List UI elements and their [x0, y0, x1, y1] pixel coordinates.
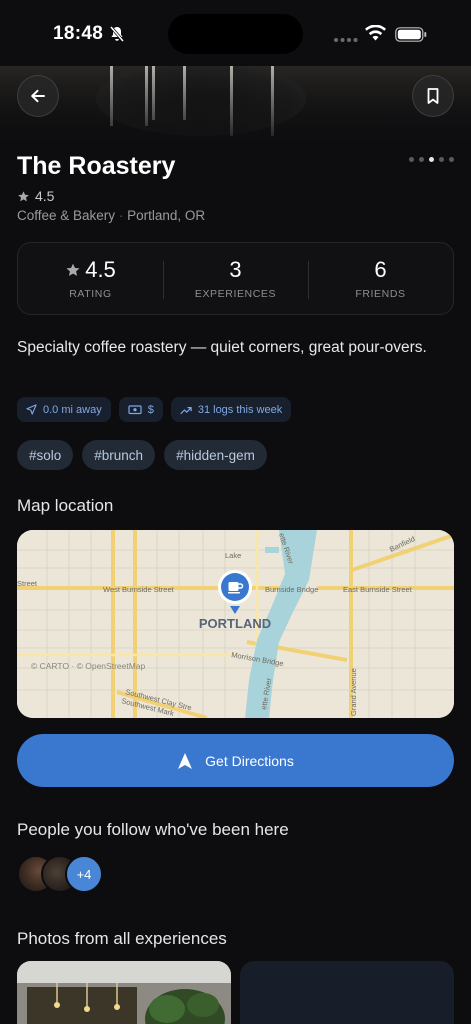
map-label-burnside-bridge: Burnside Bridge	[265, 585, 318, 594]
star-icon	[18, 190, 29, 201]
battery-icon	[395, 27, 427, 42]
pager-dot	[419, 157, 424, 162]
map-label-lake: Lake	[225, 551, 241, 560]
stat-value: 3	[229, 257, 242, 282]
map-view[interactable]: Street West Burnside Street Burnside Bri…	[17, 530, 454, 718]
tag-list: #solo #brunch #hidden-gem	[17, 440, 267, 470]
star-icon	[66, 263, 80, 276]
arrow-left-icon	[31, 89, 45, 103]
place-description: Specialty coffee roastery — quiet corner…	[17, 339, 427, 356]
rating-value: 4.5	[35, 188, 55, 204]
cash-icon	[128, 405, 142, 415]
people-section-title: People you follow who've been here	[17, 820, 289, 839]
map-city-label: PORTLAND	[199, 616, 271, 631]
experience-photo[interactable]	[17, 961, 231, 1024]
cafe-photo-image	[17, 961, 231, 1024]
map-tiles: Street West Burnside Street Burnside Bri…	[17, 530, 454, 718]
place-category: Coffee & Bakery	[17, 208, 116, 223]
stats-card: 4.5 RATING 3 EXPERIENCES 6 FRIENDS	[17, 242, 454, 315]
stat-rating: 4.5 RATING	[18, 257, 163, 300]
wifi-icon	[365, 25, 386, 41]
pager-dot	[409, 157, 414, 162]
place-name: The Roastery	[17, 152, 176, 180]
more-followers-badge[interactable]: +4	[65, 855, 103, 893]
stat-friends[interactable]: 6 FRIENDS	[308, 257, 453, 300]
status-bar: 18:48	[0, 0, 471, 66]
rating-line: 4.5	[17, 188, 54, 204]
map-label-street: Street	[17, 579, 38, 588]
experience-photo-placeholder[interactable]	[240, 961, 454, 1024]
chip-label: 31 logs this week	[197, 403, 283, 416]
place-location: Portland, OR	[127, 208, 206, 223]
stat-value: 4.5	[85, 257, 116, 282]
pager-dot	[439, 157, 444, 162]
stat-label: RATING	[69, 288, 112, 300]
dynamic-island	[168, 14, 303, 54]
trending-up-icon	[180, 406, 192, 414]
place-subtitle: Coffee & Bakery · Portland, OR	[17, 208, 206, 223]
photo-pager[interactable]	[409, 157, 454, 162]
map-label-e-burnside: East Burnside Street	[343, 585, 413, 594]
map-label-grand: Grand Avenue	[349, 668, 358, 716]
chip-label: $	[147, 403, 154, 416]
pager-dot	[449, 157, 454, 162]
bell-muted-icon	[110, 26, 124, 42]
get-directions-label: Get Directions	[205, 752, 294, 769]
bookmark-button[interactable]	[412, 75, 454, 117]
map-section-title: Map location	[17, 496, 114, 515]
map-label-w-burnside: West Burnside Street	[103, 585, 175, 594]
navigation-arrow-icon	[178, 752, 193, 769]
map-attribution: © CARTO · © OpenStreetMap	[31, 661, 146, 671]
stat-value: 6	[374, 257, 387, 282]
tag-solo[interactable]: #solo	[17, 440, 74, 470]
photos-section-title: Photos from all experiences	[17, 929, 227, 948]
back-button[interactable]	[17, 75, 59, 117]
signal-icon	[334, 38, 358, 42]
stat-label: EXPERIENCES	[194, 288, 277, 300]
navigation-icon	[26, 404, 37, 415]
pager-dot-active	[429, 157, 434, 162]
bookmark-icon	[427, 88, 439, 104]
tag-hidden-gem[interactable]: #hidden-gem	[164, 440, 267, 470]
distance-chip: 0.0 mi away	[17, 397, 111, 422]
activity-chip: 31 logs this week	[170, 397, 292, 422]
tag-brunch[interactable]: #brunch	[82, 440, 156, 470]
get-directions-button[interactable]: Get Directions	[17, 734, 454, 787]
info-chips: 0.0 mi away $ 31 logs this week	[17, 397, 292, 422]
price-chip: $	[118, 397, 163, 422]
stat-label: FRIENDS	[355, 288, 406, 300]
chip-label: 0.0 mi away	[43, 403, 102, 416]
stat-experiences[interactable]: 3 EXPERIENCES	[163, 257, 308, 300]
status-time: 18:48	[53, 23, 104, 44]
follower-avatars[interactable]: +4	[17, 855, 107, 895]
